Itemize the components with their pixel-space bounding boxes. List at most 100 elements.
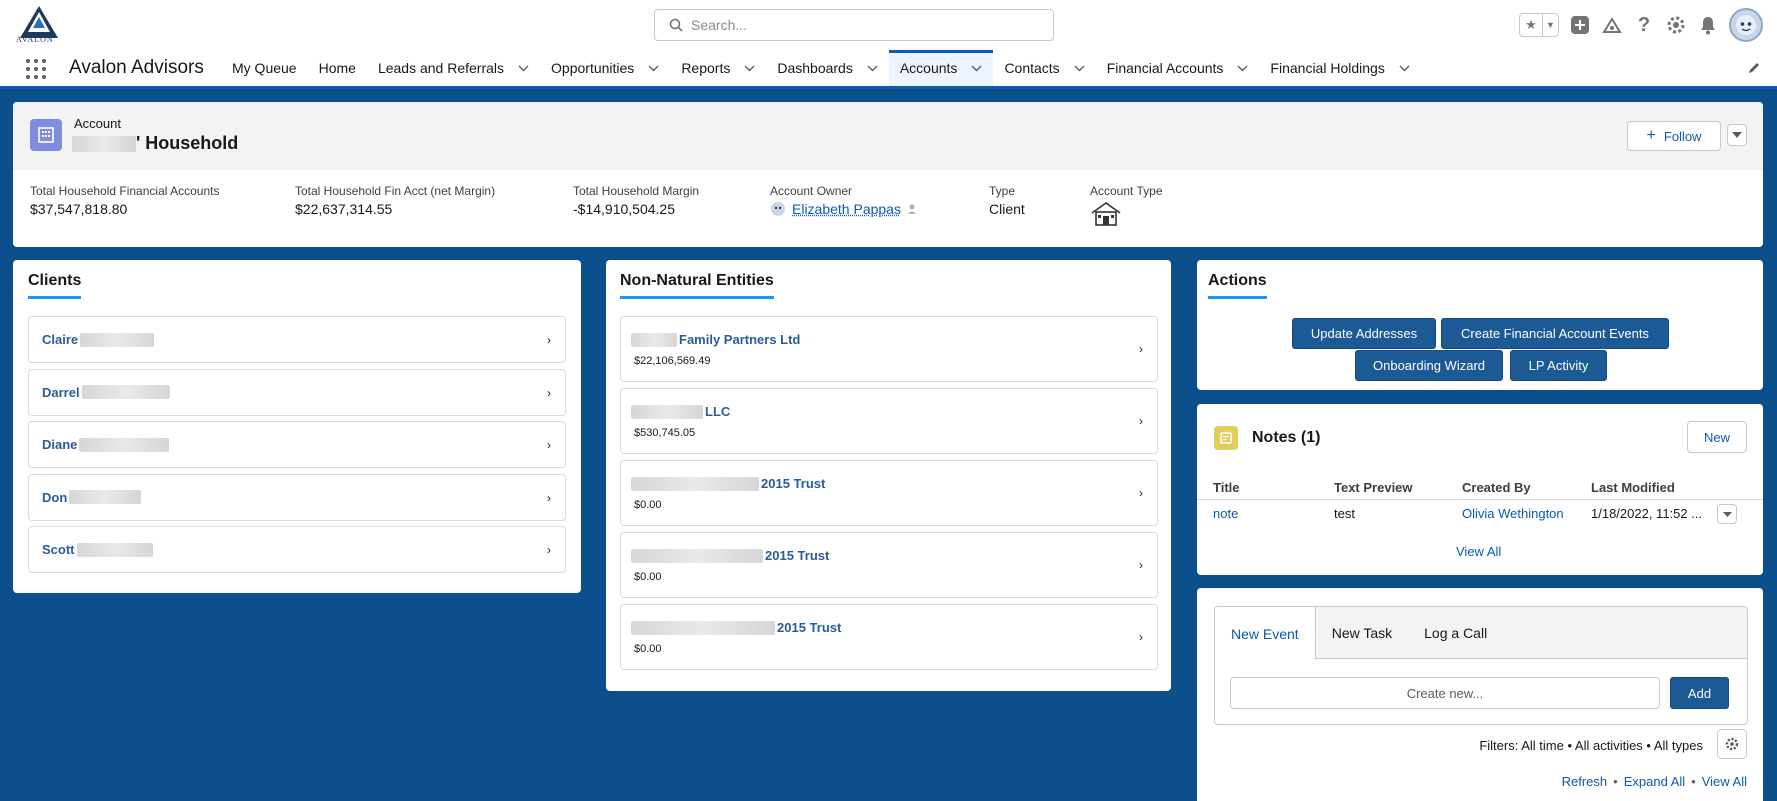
filter-settings-gear-icon[interactable]: [1717, 729, 1747, 759]
favorites-group: ★ ▼: [1519, 13, 1559, 37]
list-item[interactable]: Diane ›: [28, 421, 566, 468]
actions-title: Actions: [1208, 272, 1267, 299]
expand-all-link[interactable]: Expand All: [1624, 774, 1685, 789]
tab-new-event[interactable]: New Event: [1215, 607, 1316, 660]
setup-gear-icon[interactable]: [1665, 14, 1687, 36]
change-owner-icon[interactable]: [907, 203, 919, 215]
account-owner-link[interactable]: Elizabeth Pappas: [792, 201, 901, 217]
trailhead-icon[interactable]: [1601, 14, 1623, 36]
user-avatar[interactable]: [1729, 8, 1763, 42]
column-header-title[interactable]: Title: [1213, 480, 1240, 495]
add-activity-button[interactable]: Add: [1670, 677, 1729, 709]
chevron-down-icon[interactable]: [971, 65, 982, 72]
list-item[interactable]: Don ›: [28, 473, 566, 521]
favorites-star-icon[interactable]: ★: [1520, 14, 1542, 36]
lp-activity-button[interactable]: LP Activity: [1510, 350, 1607, 381]
note-created-by-link[interactable]: Olivia Wethington: [1462, 506, 1564, 521]
note-title-link[interactable]: note: [1213, 506, 1238, 521]
nav-tab-dashboards[interactable]: Dashboards: [766, 50, 889, 86]
entity-name-link[interactable]: 2015 Trust: [631, 476, 825, 491]
list-item[interactable]: Claire ›: [28, 316, 566, 363]
actions-card: Actions Update Addresses Create Financia…: [1197, 260, 1763, 390]
create-financial-account-events-button[interactable]: Create Financial Account Events: [1441, 318, 1669, 349]
client-name-link[interactable]: Don: [42, 490, 142, 505]
column-header-last-modified[interactable]: Last Modified: [1591, 480, 1675, 495]
household-house-icon: [1090, 201, 1163, 230]
list-item[interactable]: 2015 Trust $0.00 ›: [620, 532, 1158, 598]
client-first-name: Darrel: [42, 384, 80, 400]
app-launcher-icon[interactable]: [26, 59, 46, 79]
notifications-bell-icon[interactable]: [1697, 14, 1719, 36]
chevron-right-icon: ›: [547, 333, 551, 347]
entity-name: Family Partners Ltd: [679, 332, 801, 347]
help-icon[interactable]: ?: [1633, 14, 1655, 36]
chevron-down-icon[interactable]: [1237, 65, 1248, 72]
chevron-down-icon[interactable]: [648, 65, 659, 72]
entity-name-link[interactable]: 2015 Trust: [631, 620, 841, 635]
field-total-margin: Total Household Margin -$14,910,504.25: [573, 184, 700, 217]
nav-tab-home[interactable]: Home: [308, 50, 367, 86]
list-item[interactable]: Darrel ›: [28, 368, 566, 416]
nav-tab-label: Accounts: [899, 60, 958, 76]
follow-button[interactable]: + Follow: [1627, 121, 1721, 151]
view-all-link[interactable]: View All: [1702, 774, 1747, 789]
redacted-text: [631, 332, 677, 347]
redacted-text: [631, 404, 703, 419]
global-search-input[interactable]: Search...: [654, 9, 1054, 41]
entity-name-link[interactable]: LLC: [631, 404, 730, 419]
app-name: Avalon Advisors: [69, 57, 204, 78]
tab-log-a-call[interactable]: Log a Call: [1408, 607, 1503, 658]
nav-tab-my-queue[interactable]: My Queue: [221, 50, 308, 86]
chevron-down-icon[interactable]: [518, 65, 529, 72]
global-add-icon[interactable]: [1569, 14, 1591, 36]
tab-new-task[interactable]: New Task: [1316, 607, 1408, 658]
app-nav-bar: Avalon Advisors My Queue Home Leads and Re…: [0, 50, 1777, 89]
nav-tab-leads-and-referrals[interactable]: Leads and Referrals: [367, 50, 540, 86]
chevron-down-icon[interactable]: [1074, 65, 1085, 72]
onboarding-wizard-button[interactable]: Onboarding Wizard: [1355, 350, 1503, 381]
chevron-right-icon: ›: [547, 490, 551, 505]
refresh-link[interactable]: Refresh: [1562, 774, 1608, 789]
create-new-input[interactable]: Create new...: [1230, 677, 1660, 709]
favorites-dropdown-icon[interactable]: ▼: [1542, 14, 1558, 36]
list-item[interactable]: Scott ›: [28, 526, 566, 573]
chevron-down-icon[interactable]: [867, 65, 878, 72]
nav-tab-financial-holdings[interactable]: Financial Holdings: [1259, 50, 1420, 86]
nav-tab-financial-accounts[interactable]: Financial Accounts: [1096, 50, 1260, 86]
nav-tab-label: My Queue: [232, 60, 297, 76]
entity-name-link[interactable]: 2015 Trust: [631, 548, 829, 563]
more-actions-dropdown-button[interactable]: [1727, 124, 1747, 146]
chevron-down-icon[interactable]: [744, 65, 755, 72]
owner-avatar-icon: [771, 202, 785, 216]
list-item[interactable]: 2015 Trust $0.00 ›: [620, 460, 1158, 526]
nav-tab-accounts[interactable]: Accounts: [888, 50, 994, 86]
nav-tab-reports[interactable]: Reports: [670, 50, 766, 86]
column-header-text-preview[interactable]: Text Preview: [1334, 480, 1413, 495]
redacted-text: [631, 620, 775, 635]
list-item[interactable]: Family Partners Ltd $22,106,569.49 ›: [620, 316, 1158, 382]
new-note-button[interactable]: New: [1687, 421, 1747, 453]
entity-name-link[interactable]: Family Partners Ltd: [631, 332, 800, 347]
redacted-text: [631, 548, 763, 563]
entities-card: Non-Natural Entities Family Partners Ltd…: [606, 260, 1171, 691]
nav-tab-contacts[interactable]: Contacts: [993, 50, 1095, 86]
client-name-link[interactable]: Scott: [42, 542, 153, 557]
list-item[interactable]: LLC $530,745.05 ›: [620, 388, 1158, 454]
notes-view-all-link[interactable]: View All: [1456, 544, 1501, 559]
row-actions-dropdown[interactable]: [1717, 504, 1737, 524]
notes-icon: [1214, 426, 1238, 450]
list-item[interactable]: 2015 Trust $0.00 ›: [620, 604, 1158, 670]
update-addresses-button[interactable]: Update Addresses: [1292, 318, 1436, 349]
chevron-right-icon: ›: [1139, 342, 1143, 356]
edit-nav-pencil-icon[interactable]: [1747, 61, 1761, 78]
client-name-link[interactable]: Diane: [42, 437, 170, 452]
column-header-created-by[interactable]: Created By: [1462, 480, 1531, 495]
nav-tab-opportunities[interactable]: Opportunities: [540, 50, 670, 86]
client-first-name: Diane: [42, 437, 78, 452]
chevron-down-icon: [1732, 132, 1742, 138]
client-name-link[interactable]: Claire: [42, 332, 155, 347]
note-preview: test: [1334, 506, 1355, 521]
client-name-link[interactable]: Darrel: [42, 385, 170, 400]
chevron-down-icon[interactable]: [1399, 65, 1410, 72]
search-icon: [669, 18, 683, 32]
